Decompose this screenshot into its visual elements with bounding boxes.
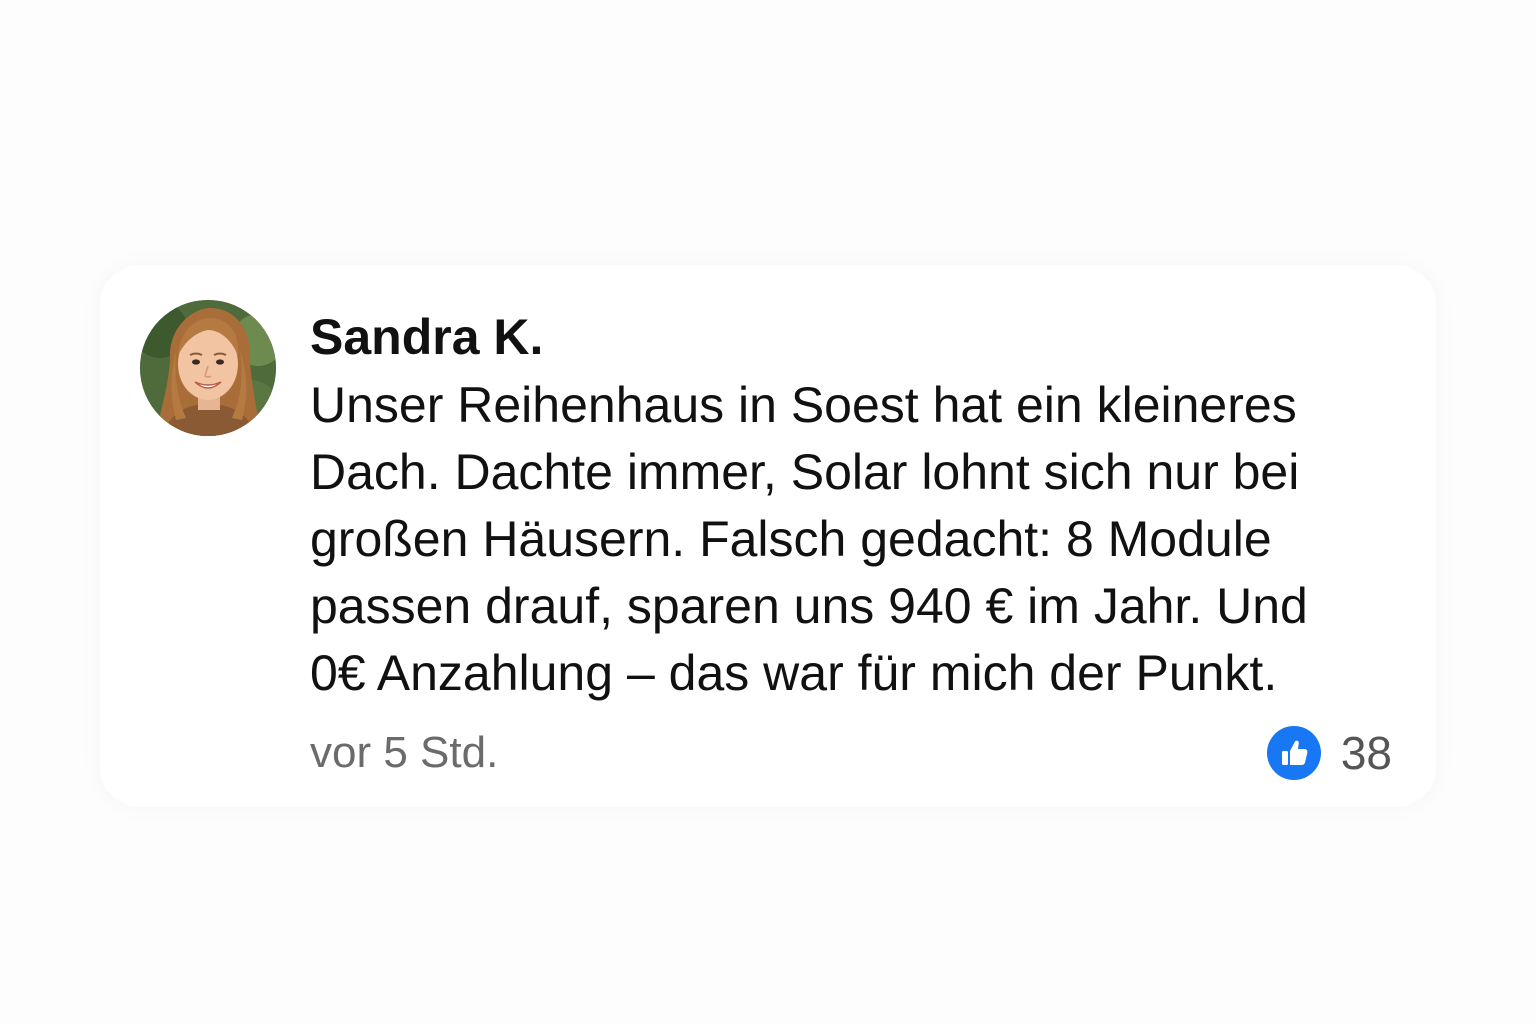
timestamp[interactable]: vor 5 Std. xyxy=(310,723,498,783)
like-reaction[interactable]: 38 xyxy=(1266,721,1392,785)
comment-card: Sandra K. Unser Reihenhaus in Soest hat … xyxy=(100,265,1436,807)
comment-text-line: 0€ Anzahlung – das war für mich der Punk… xyxy=(310,645,1278,701)
like-count: 38 xyxy=(1340,727,1392,779)
comment-text-line: Dach. Dachte immer, Solar lohnt sich nur… xyxy=(310,444,1300,500)
comment-text-line: großen Häusern. Falsch gedacht: 8 Module xyxy=(310,511,1272,567)
comment-text-line: passen drauf, sparen uns 940 € im Jahr. … xyxy=(310,578,1308,634)
comment-text: Unser Reihenhaus in Soest hat ein kleine… xyxy=(310,372,1420,707)
user-avatar-photo xyxy=(140,300,276,436)
avatar[interactable] xyxy=(140,300,276,436)
author-name[interactable]: Sandra K. xyxy=(310,307,543,367)
comment-text-line: Unser Reihenhaus in Soest hat ein kleine… xyxy=(310,377,1297,433)
thumbs-up-icon[interactable] xyxy=(1266,726,1321,780)
